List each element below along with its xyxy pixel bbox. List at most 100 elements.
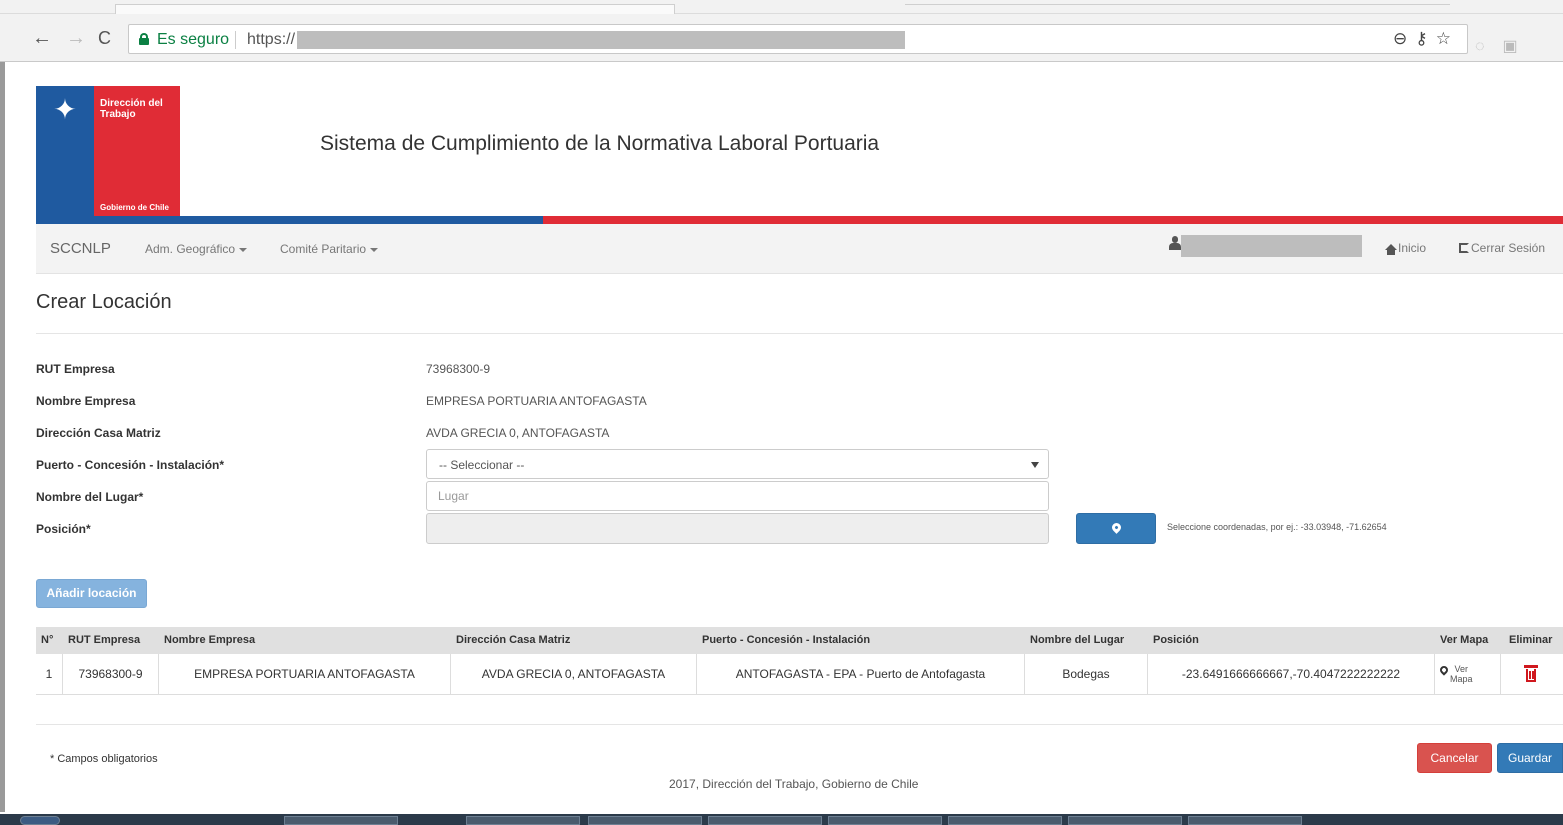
th-nombre: Nombre Empresa	[164, 634, 256, 646]
forward-icon[interactable]: →	[66, 28, 86, 48]
save-button[interactable]: Guardar	[1497, 743, 1563, 773]
th-puerto: Puerto - Concesión - Instalación	[702, 634, 871, 646]
th-ver-mapa: Ver Mapa	[1440, 634, 1489, 646]
th-posicion: Posición	[1153, 634, 1199, 646]
th-n: N°	[41, 634, 54, 646]
coordinates-help-text: Seleccione coordenadas, por ej.: -33.039…	[1167, 522, 1387, 532]
lugar-label: Nombre del Lugar*	[36, 490, 144, 504]
redacted-url	[297, 31, 905, 49]
direccion-value: AVDA GRECIA 0, ANTOFAGASTA	[426, 426, 610, 440]
th-rut: RUT Empresa	[68, 634, 141, 646]
page-title: Crear Locación	[36, 291, 172, 313]
cell-nombre: EMPRESA PORTUARIA ANTOFAGASTA	[159, 654, 451, 695]
back-icon[interactable]: ←	[32, 28, 52, 48]
map-marker-icon	[1110, 521, 1123, 534]
zoom-icon[interactable]: ⊖	[1393, 29, 1415, 48]
table-row: 1 73968300-9 EMPRESA PORTUARIA ANTOFAGAS…	[36, 654, 1563, 695]
puerto-label: Puerto - Concesión - Instalación*	[36, 458, 225, 472]
posicion-input	[426, 513, 1049, 544]
lock-icon	[139, 33, 149, 45]
logo-title: Dirección del Trabajo	[100, 98, 163, 120]
menu-icon[interactable]: ⋮	[1555, 34, 1563, 55]
taskbar-app[interactable]	[284, 816, 398, 825]
cell-direccion: AVDA GRECIA 0, ANTOFAGASTA	[451, 654, 697, 695]
view-map-link[interactable]: Ver Mapa	[1438, 664, 1473, 684]
redacted-username[interactable]	[1181, 235, 1362, 257]
required-fields-note: * Campos obligatorios	[50, 753, 158, 765]
taskbar-app[interactable]	[828, 816, 942, 825]
user-icon[interactable]	[1169, 236, 1181, 252]
cell-rut: 73968300-9	[63, 654, 159, 695]
dt-logo[interactable]: ✦ Dirección del Trabajo Gobierno de Chil…	[36, 86, 180, 216]
brand-stripe	[36, 216, 1563, 224]
puerto-select-value: -- Seleccionar --	[439, 458, 525, 472]
posicion-label: Posición*	[36, 522, 91, 536]
nav-comite-paritario[interactable]: Comité Paritario	[280, 242, 379, 256]
select-arrow-icon	[1031, 462, 1039, 468]
table-header: N° RUT Empresa Nombre Empresa Dirección …	[36, 627, 1563, 654]
reload-icon[interactable]: C	[98, 28, 111, 48]
nav-adm-geografico-label: Adm. Geográfico	[145, 242, 236, 256]
browser-tab[interactable]	[115, 4, 675, 14]
select-coordinates-button[interactable]	[1076, 513, 1156, 544]
logo-subtitle: Gobierno de Chile	[100, 203, 169, 212]
cancel-button[interactable]: Cancelar	[1417, 743, 1492, 773]
omnibox-icons[interactable]: ⊖⚷☆	[1393, 29, 1459, 49]
nombre-value: EMPRESA PORTUARIA ANTOFAGASTA	[426, 394, 647, 408]
home-icon	[1385, 244, 1397, 255]
taskbar-app[interactable]	[708, 816, 822, 825]
url-prefix: https://	[247, 31, 296, 48]
logout-icon	[1459, 243, 1469, 253]
nav-adm-geografico[interactable]: Adm. Geográfico	[145, 242, 248, 256]
nombre-label: Nombre Empresa	[36, 394, 136, 408]
view-map-label: Ver Mapa	[1450, 664, 1473, 684]
add-location-button[interactable]: Añadir locación	[36, 579, 147, 608]
main-navbar: SCCNLP Adm. Geográfico Comité Paritario …	[36, 224, 1563, 274]
taskbar-app[interactable]	[1188, 816, 1302, 825]
divider	[36, 724, 1563, 725]
extension-icons[interactable]: ◌▣	[1475, 36, 1536, 56]
th-eliminar: Eliminar	[1509, 634, 1553, 646]
taskbar-app[interactable]	[466, 816, 580, 825]
th-lugar: Nombre del Lugar	[1030, 634, 1125, 646]
taskbar-app[interactable]	[948, 816, 1062, 825]
start-button[interactable]	[20, 816, 60, 825]
cell-lugar: Bodegas	[1025, 654, 1148, 695]
trash-icon[interactable]	[1524, 665, 1538, 683]
cell-n: 1	[36, 654, 63, 695]
coat-of-arms-icon: ✦	[53, 94, 77, 125]
rut-label: RUT Empresa	[36, 362, 115, 376]
caret-down-icon	[239, 247, 248, 252]
address-bar[interactable]: Es seguro https:// ⊖⚷☆	[128, 24, 1468, 54]
cell-posicion: -23.6491666666667,-70.4047222222222	[1148, 654, 1435, 695]
cell-puerto: ANTOFAGASTA - EPA - Puerto de Antofagast…	[697, 654, 1025, 695]
browser-tab-area	[905, 4, 1450, 14]
th-direccion: Dirección Casa Matriz	[456, 634, 571, 646]
rut-value: 73968300-9	[426, 362, 491, 376]
star-icon[interactable]: ☆	[1436, 29, 1459, 48]
nav-comite-paritario-label: Comité Paritario	[280, 242, 367, 256]
divider	[36, 333, 1563, 334]
browser-toolbar: ← → C Es seguro https:// ⊖⚷☆ ◌▣ ⋮	[0, 14, 1563, 62]
key-icon[interactable]: ⚷	[1415, 29, 1435, 48]
copyright-text: 2017, Dirección del Trabajo, Gobierno de…	[669, 777, 919, 791]
navbar-brand[interactable]: SCCNLP	[50, 240, 111, 257]
nav-cerrar-sesion[interactable]: Cerrar Sesión	[1459, 241, 1545, 255]
map-marker-icon	[1438, 664, 1450, 676]
url-separator	[235, 31, 236, 49]
nav-inicio-label: Inicio	[1398, 241, 1427, 255]
view-map-line2: Mapa	[1450, 674, 1473, 684]
lugar-input[interactable]	[426, 481, 1049, 511]
caret-down-icon	[370, 247, 379, 252]
direccion-label: Dirección Casa Matriz	[36, 426, 161, 440]
view-map-line1: Ver	[1454, 664, 1469, 674]
browser-tabstrip	[0, 0, 1563, 14]
window-edge	[0, 62, 5, 812]
app-title: Sistema de Cumplimiento de la Normativa …	[320, 132, 880, 155]
nav-cerrar-sesion-label: Cerrar Sesión	[1471, 241, 1546, 255]
taskbar-app[interactable]	[1068, 816, 1182, 825]
puerto-select[interactable]: -- Seleccionar --	[426, 449, 1049, 479]
taskbar-app[interactable]	[588, 816, 702, 825]
os-taskbar	[0, 814, 1563, 825]
nav-inicio[interactable]: Inicio	[1385, 241, 1426, 255]
